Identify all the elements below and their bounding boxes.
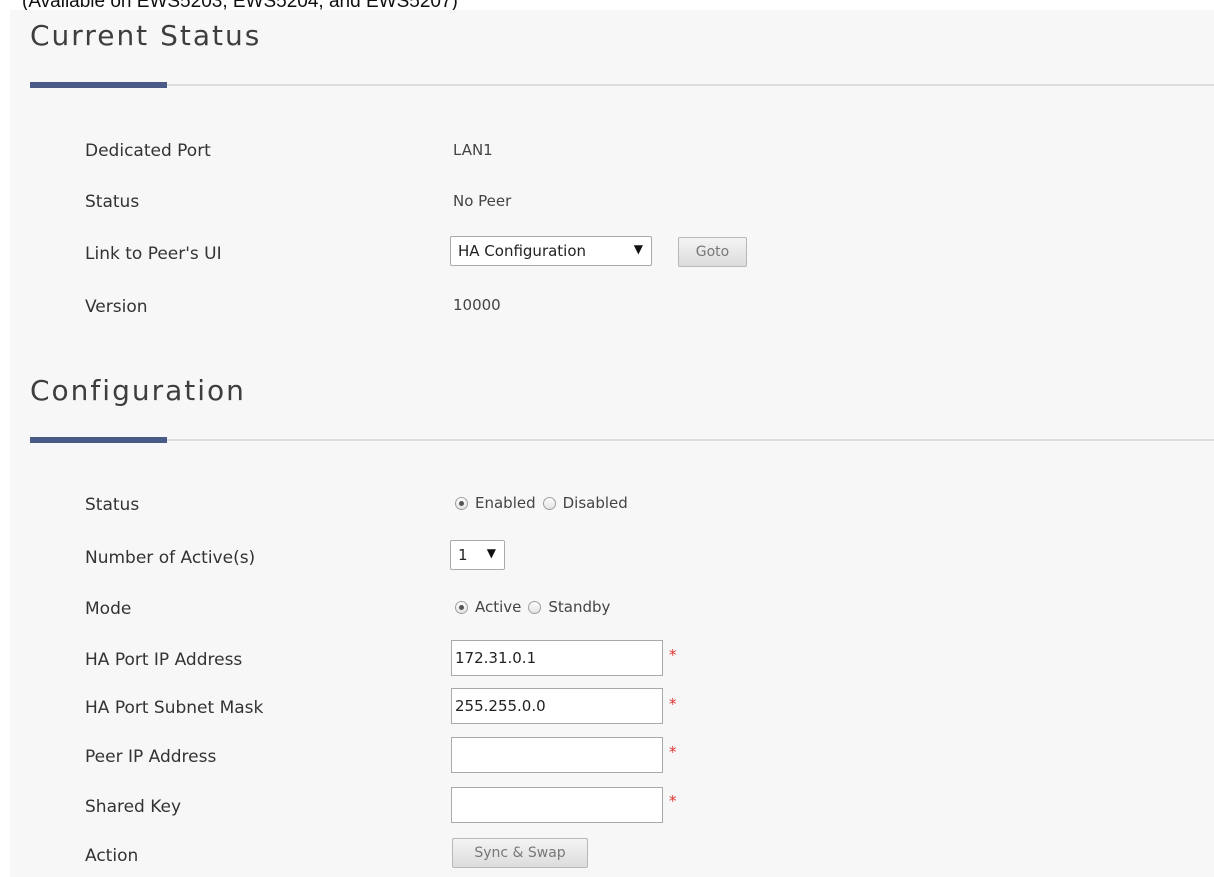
standby-radio-label[interactable]: Standby [548, 598, 610, 616]
active-radio-label[interactable]: Active [475, 598, 521, 616]
standby-radio[interactable] [528, 600, 542, 614]
required-marker: * [669, 646, 677, 664]
peer-ui-select[interactable]: HA Configuration ▼ [450, 236, 652, 266]
dropdown-arrow-icon: ▼ [486, 546, 496, 560]
enabled-radio[interactable] [455, 496, 468, 510]
peer-ip-label: Peer IP Address [85, 747, 217, 767]
divider-accent [30, 437, 167, 443]
peer-ui-select-value: HA Configuration [458, 242, 587, 260]
shared-key-label: Shared Key [85, 797, 182, 817]
active-radio[interactable] [455, 600, 468, 614]
required-marker: * [669, 695, 677, 713]
disabled-radio-label[interactable]: Disabled [563, 494, 628, 512]
dedicated-port-value: LAN1 [453, 141, 493, 159]
peer-ip-input[interactable] [451, 737, 663, 773]
required-marker: * [669, 743, 677, 761]
current-status-value: No Peer [453, 192, 512, 210]
dedicated-port-label: Dedicated Port [85, 141, 211, 161]
goto-button[interactable]: Goto [678, 237, 747, 267]
ha-settings-panel: Current Status Dedicated Port LAN1 Statu… [10, 10, 1214, 877]
disabled-radio[interactable] [542, 496, 556, 510]
active-count-select-value: 1 [458, 546, 468, 564]
mode-label: Mode [85, 599, 132, 619]
ha-port-ip-input[interactable]: 172.31.0.1 [451, 640, 663, 676]
ha-subnet-mask-input[interactable]: 255.255.0.0 [451, 688, 663, 724]
sync-swap-button[interactable]: Sync & Swap [452, 838, 588, 868]
required-marker: * [669, 792, 677, 810]
shared-key-input[interactable] [451, 787, 663, 823]
dropdown-arrow-icon: ▼ [633, 242, 643, 256]
current-status-title: Current Status [30, 19, 262, 52]
status-radio-group: Enabled Disabled [455, 494, 635, 512]
link-to-peer-label: Link to Peer's UI [85, 244, 222, 264]
version-label: Version [85, 297, 148, 317]
action-label: Action [85, 846, 139, 866]
current-status-label: Status [85, 192, 140, 212]
current-status-divider [30, 82, 1214, 88]
active-count-label: Number of Active(s) [85, 548, 256, 568]
ha-port-ip-label: HA Port IP Address [85, 650, 243, 670]
divider-accent [30, 82, 167, 88]
mode-radio-group: Active Standby [455, 598, 617, 616]
config-status-label: Status [85, 495, 140, 515]
configuration-title: Configuration [30, 374, 246, 407]
version-value: 10000 [453, 296, 501, 314]
ha-subnet-mask-label: HA Port Subnet Mask [85, 698, 264, 718]
active-count-select[interactable]: 1 ▼ [450, 540, 505, 570]
enabled-radio-label[interactable]: Enabled [475, 494, 536, 512]
configuration-divider [30, 437, 1214, 443]
